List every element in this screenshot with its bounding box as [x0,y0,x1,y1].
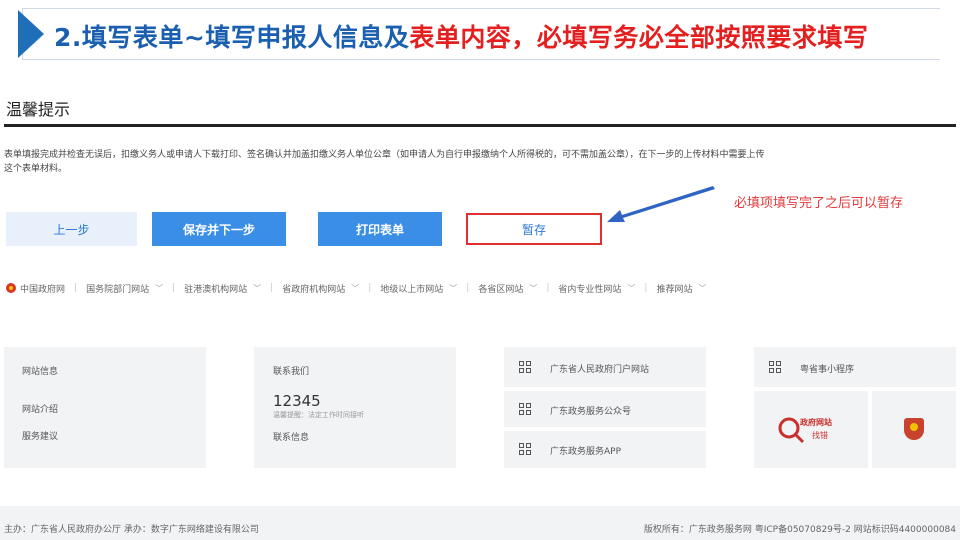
qr-code-icon [519,403,531,415]
annotation-text: 必填项填写完了之后可以暂存 [734,196,904,211]
chevron-down-icon: ﹀ [698,283,707,293]
nav-item-city[interactable]: 地级以上市网站 ﹀ [380,282,457,295]
banner-title-red: 表单内容，必填写务必全部按照要求填写 [409,23,869,52]
nav-item-label: 国务院部门网站 [86,284,150,295]
qr-code-icon [519,443,531,455]
chevron-down-icon: ﹀ [627,283,636,293]
site-intro-link[interactable]: 网站介绍 [22,402,58,415]
organizer-text: 主办：广东省人民政府办公厅 承办：数字广东网络建设有限公司 [4,525,259,535]
copyright-text: 版权所有：广东政务服务网 粤ICP备05070829号-2 网站标识码44000… [643,525,956,535]
gov-logo-text-bottom: 找错 [812,431,828,440]
nav-separator: | [270,283,274,293]
site-nav-bar: 中国政府网 | 国务院部门网站 ﹀ | 驻港澳机构网站 ﹀ | 省政府机构网站 ﹀ |… [0,276,960,300]
tips-text: 表单填报完成并检查无误后，扣缴义务人或申请人下载打印、签名确认并加盖扣缴义务人单… [4,148,956,176]
miniapp-link[interactable]: 粤省事小程序 [800,362,854,375]
nav-item-label: 地级以上市网站 [380,284,444,295]
banner-title-blue: 2.填写表单~填写申报人信息及 [54,23,410,52]
qr-code-icon [519,361,531,373]
qr-code-icon [769,361,781,373]
nav-item-label: 省政府机构网站 [282,284,346,295]
footer-miniapp-panel [754,347,956,387]
annotation-arrow-icon [607,186,715,222]
nav-separator: | [466,283,470,293]
site-badge-icon[interactable] [904,418,924,440]
nav-separator: | [368,283,372,293]
nav-item-provincial-gov[interactable]: 省政府机构网站 ﹀ [282,282,359,295]
app-link[interactable]: 广东政务服务APP [550,444,621,457]
save-and-next-button[interactable]: 保存并下一步 [152,212,286,246]
temp-save-button[interactable]: 暂存 [466,213,602,245]
gov-site-error-logo[interactable]: 政府网站 找错 [776,413,856,449]
nav-item-provinces[interactable]: 各省区网站 ﹀ [478,282,537,295]
site-info-heading: 网站信息 [22,367,59,377]
wechat-link[interactable]: 广东政务服务公众号 [550,404,631,417]
nav-separator: | [74,283,78,293]
hotline-note: 温馨提醒：法定工作时间接听 [273,411,364,419]
contact-info-link[interactable]: 联系信息 [273,430,309,443]
chevron-down-icon: ﹀ [351,283,360,293]
nav-item-label: 驻港澳机构网站 [184,284,248,295]
instruction-banner: 2.填写表单~填写申报人信息及表单内容，必填写务必全部按照要求填写 [0,0,960,66]
chevron-down-icon: ﹀ [253,283,262,293]
nav-item-hk-macao[interactable]: 驻港澳机构网站 ﹀ [184,282,261,295]
nav-item-label: 各省区网站 [478,284,524,295]
tips-line-1: 表单填报完成并检查无误后，扣缴义务人或申请人下载打印、签名确认并加盖扣缴义务人单… [4,150,765,160]
portal-link[interactable]: 广东省人民政府门户网站 [550,362,649,375]
banner-title: 2.填写表单~填写申报人信息及表单内容，必填写务必全部按照要求填写 [54,18,868,54]
gov-logo-text-top: 政府网站 [800,417,832,427]
chevron-down-icon: ﹀ [529,283,538,293]
tips-divider [4,124,956,127]
nav-item-label: 省内专业性网站 [558,284,622,295]
chevron-down-icon: ﹀ [155,283,164,293]
banner-chevron-icon [18,10,44,58]
contact-us-heading: 联系我们 [273,367,310,377]
nav-item-state-council[interactable]: 国务院部门网站 ﹀ [86,282,163,295]
chevron-down-icon: ﹀ [449,283,458,293]
nav-separator: | [172,283,176,293]
hotline-number: 12345 [273,392,321,410]
tips-heading: 温馨提示 [6,100,71,119]
prev-step-button[interactable]: 上一步 [6,212,137,246]
nav-item-recommended[interactable]: 推荐网站 ﹀ [656,282,706,295]
nav-item-professional[interactable]: 省内专业性网站 ﹀ [558,282,635,295]
print-form-button[interactable]: 打印表单 [318,212,442,246]
nav-separator: | [644,283,648,293]
tips-line-2: 这个表单材料。 [4,164,68,174]
service-advice-link[interactable]: 服务建议 [22,429,58,442]
national-emblem-icon [6,283,16,293]
nav-item-label: 推荐网站 [656,284,693,295]
nav-gov-link[interactable]: 中国政府网 [20,282,65,295]
nav-separator: | [546,283,550,293]
